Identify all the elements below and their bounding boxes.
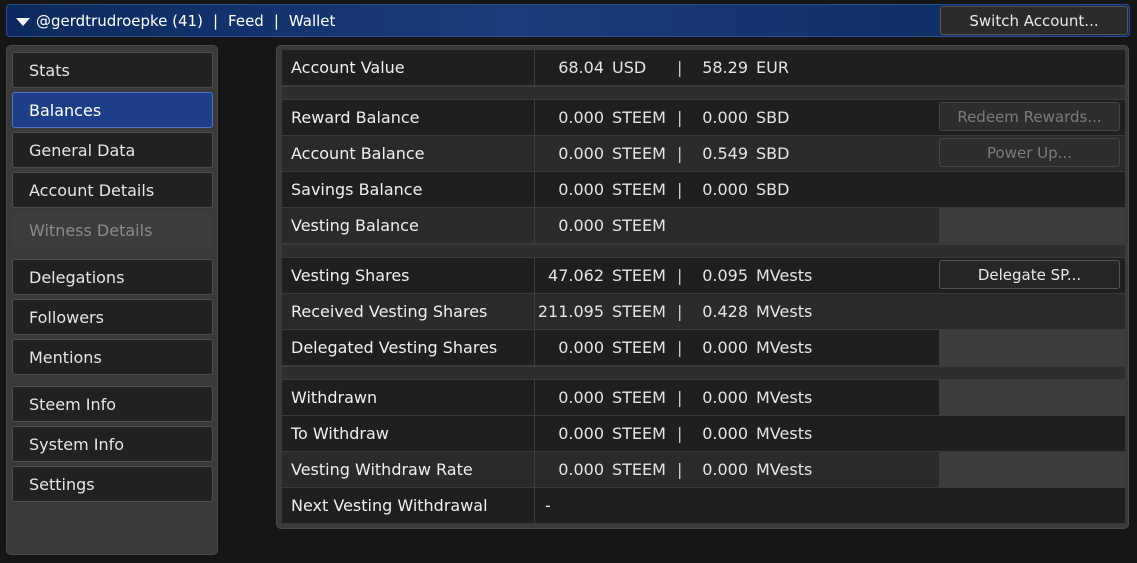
unit-primary: STEEM [612, 424, 666, 443]
unit-secondary: SBD [756, 180, 790, 199]
unit-secondary: MVests [756, 338, 813, 357]
sidebar-item-steem-info[interactable]: Steem Info [12, 386, 213, 422]
sidebar-item-general-data[interactable]: General Data [12, 132, 213, 168]
row-label: Savings Balance [291, 180, 423, 199]
sidebar-item-witness-details[interactable]: Witness Details [12, 212, 213, 248]
unit-primary: STEEM [612, 216, 666, 235]
row-label: Account Value [291, 58, 405, 77]
value-secondary: 0.095 [702, 266, 748, 285]
unit-primary: STEEM [612, 180, 666, 199]
breadcrumb: @gerdtrudroepke (41) | Feed | Wallet [16, 5, 335, 36]
account-name-link[interactable]: @gerdtrudroepke (41) [36, 12, 203, 30]
unit-primary: STEEM [612, 302, 666, 321]
unit-secondary: MVests [756, 460, 813, 479]
account-value-row: Account Value 68.04 USD | 58.29 EUR [282, 50, 1125, 86]
value-secondary: 0.000 [702, 460, 748, 479]
value-secondary: 0.000 [702, 180, 748, 199]
next-withdrawal-row: Next Vesting Withdrawal - [282, 488, 1125, 524]
received-vesting-row: Received Vesting Shares 211.095 STEEM | … [282, 294, 1125, 330]
sidebar-item-settings[interactable]: Settings [12, 466, 213, 502]
sidebar: Stats Balances General Data Account Deta… [6, 45, 218, 555]
unit-primary: STEEM [612, 338, 666, 357]
to-withdraw-row: To Withdraw 0.000 STEEM | 0.000 MVests [282, 416, 1125, 452]
value-secondary: 0.000 [702, 108, 748, 127]
unit-primary: STEEM [612, 388, 666, 407]
next-withdrawal-value: - [545, 496, 551, 515]
power-up-button[interactable]: Power Up... [939, 138, 1120, 167]
value-primary: 68.04 [558, 58, 604, 77]
value-primary: 0.000 [558, 108, 604, 127]
value-secondary: 0.000 [702, 338, 748, 357]
dropdown-triangle-icon[interactable] [16, 17, 30, 26]
value-primary: 211.095 [537, 302, 604, 321]
row-label: Withdrawn [291, 388, 378, 407]
row-label: Delegated Vesting Shares [291, 338, 498, 357]
wallet-panel: Account Value 68.04 USD | 58.29 EUR Rewa… [276, 45, 1129, 529]
vesting-balance-row: Vesting Balance 0.000 STEEM [282, 208, 1125, 244]
row-label: To Withdraw [291, 424, 389, 443]
unit-secondary: MVests [756, 424, 813, 443]
value-primary: 0.000 [558, 180, 604, 199]
unit-primary: STEEM [612, 108, 666, 127]
sidebar-item-followers[interactable]: Followers [12, 299, 213, 335]
sidebar-item-system-info[interactable]: System Info [12, 426, 213, 462]
unit-primary: USD [612, 58, 647, 77]
unit-secondary: SBD [756, 108, 790, 127]
sidebar-item-stats[interactable]: Stats [12, 52, 213, 88]
row-spacer [282, 245, 1125, 257]
redeem-rewards-button[interactable]: Redeem Rewards... [939, 102, 1120, 131]
sidebar-item-mentions[interactable]: Mentions [12, 339, 213, 375]
row-spacer [282, 87, 1125, 99]
value-primary: 0.000 [558, 388, 604, 407]
sidebar-item-delegations[interactable]: Delegations [12, 259, 213, 295]
value-secondary: 0.428 [702, 302, 748, 321]
withdraw-rate-row: Vesting Withdraw Rate 0.000 STEEM | 0.00… [282, 452, 1125, 488]
row-label: Next Vesting Withdrawal [291, 496, 488, 515]
unit-primary: STEEM [612, 460, 666, 479]
value-secondary: 0.549 [702, 144, 748, 163]
vesting-shares-row: Vesting Shares 47.062 STEEM | 0.095 MVes… [282, 258, 1125, 294]
value-primary: 0.000 [558, 338, 604, 357]
breadcrumb-separator: | [212, 11, 219, 30]
value-secondary: 0.000 [702, 424, 748, 443]
row-label: Received Vesting Shares [291, 302, 488, 321]
reward-balance-row: Reward Balance 0.000 STEEM | 0.000 SBD R… [282, 100, 1125, 136]
feed-link[interactable]: Feed [228, 12, 264, 30]
row-label: Reward Balance [291, 108, 420, 127]
delegated-vesting-row: Delegated Vesting Shares 0.000 STEEM | 0… [282, 330, 1125, 366]
value-primary: 0.000 [558, 216, 604, 235]
row-spacer [282, 367, 1125, 379]
withdrawn-row: Withdrawn 0.000 STEEM | 0.000 MVests [282, 380, 1125, 416]
unit-primary: STEEM [612, 144, 666, 163]
value-secondary: 58.29 [702, 58, 748, 77]
switch-account-button[interactable]: Switch Account... [940, 6, 1128, 35]
value-secondary: 0.000 [702, 388, 748, 407]
row-label: Vesting Shares [291, 266, 410, 285]
unit-primary: STEEM [612, 266, 666, 285]
account-balance-row: Account Balance 0.000 STEEM | 0.549 SBD … [282, 136, 1125, 172]
delegate-sp-button[interactable]: Delegate SP... [939, 260, 1120, 289]
savings-balance-row: Savings Balance 0.000 STEEM | 0.000 SBD [282, 172, 1125, 208]
row-label: Vesting Balance [291, 216, 419, 235]
unit-secondary: MVests [756, 302, 813, 321]
row-label: Account Balance [291, 144, 425, 163]
value-primary: 47.062 [548, 266, 604, 285]
row-label: Vesting Withdraw Rate [291, 460, 473, 479]
top-bar: @gerdtrudroepke (41) | Feed | Wallet Swi… [6, 4, 1130, 37]
unit-secondary: MVests [756, 388, 813, 407]
breadcrumb-separator: | [273, 11, 279, 30]
unit-secondary: EUR [756, 58, 789, 77]
unit-secondary: SBD [756, 144, 790, 163]
unit-secondary: MVests [756, 266, 813, 285]
sidebar-item-balances[interactable]: Balances [12, 92, 213, 128]
sidebar-item-account-details[interactable]: Account Details [12, 172, 213, 208]
value-primary: 0.000 [558, 460, 604, 479]
column-divider [534, 488, 535, 523]
value-primary: 0.000 [558, 424, 604, 443]
wallet-link[interactable]: Wallet [289, 12, 336, 30]
value-primary: 0.000 [558, 144, 604, 163]
